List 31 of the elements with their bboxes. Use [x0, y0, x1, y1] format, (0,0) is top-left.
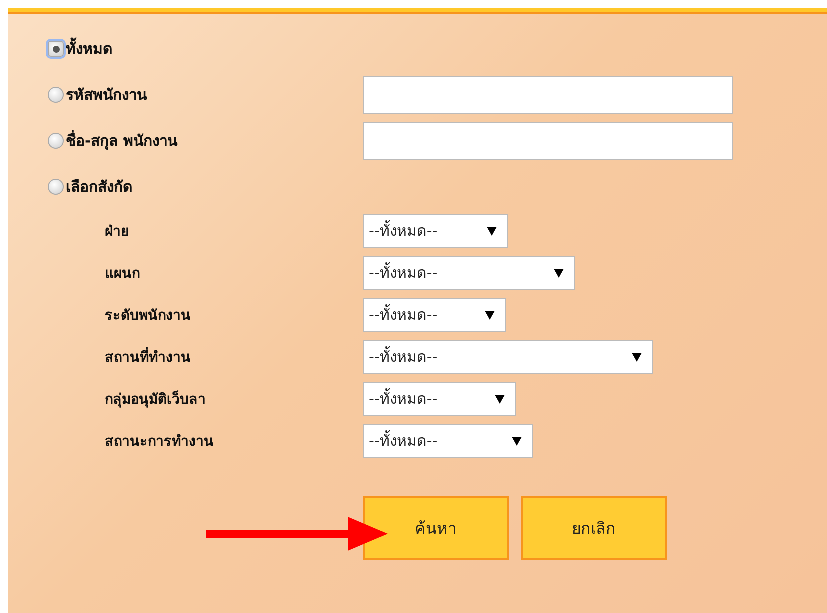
dropdown[interactable]: --ทั้งหมด--: [363, 298, 506, 332]
input-field[interactable]: [363, 122, 733, 160]
caret-icon: [485, 310, 495, 320]
radio-button[interactable]: [48, 133, 64, 149]
filter-label: สถานะการทำงาน: [105, 433, 215, 452]
radio-button[interactable]: [48, 179, 64, 195]
dropdown[interactable]: --ทั้งหมด--: [363, 256, 575, 290]
radio-button[interactable]: [48, 87, 64, 103]
dropdown[interactable]: --ทั้งหมด--: [363, 214, 508, 248]
radio-button[interactable]: [48, 41, 64, 57]
dropdown[interactable]: --ทั้งหมด--: [363, 340, 653, 374]
filter-label: ฝ่าย: [105, 223, 130, 242]
search-button[interactable]: ค้นหา: [363, 496, 509, 560]
caret-icon: [554, 268, 564, 278]
option-label: ชื่อ-สกุล พนักงาน: [66, 129, 179, 152]
caret-icon: [512, 436, 522, 446]
filter-label: ระดับพนักงาน: [105, 307, 192, 326]
option-label: เลือกสังกัด: [66, 177, 134, 198]
option-label: ทั้งหมด: [66, 37, 363, 61]
caret-icon: [487, 226, 497, 236]
input-field[interactable]: [363, 76, 733, 114]
dropdown[interactable]: --ทั้งหมด--: [363, 424, 533, 458]
filter-label: สถานที่ทำงาน: [105, 346, 363, 368]
caret-icon: [495, 394, 505, 404]
filter-label: แผนก: [105, 265, 141, 284]
caret-icon: [632, 352, 642, 362]
arrow-icon: [206, 517, 388, 551]
dropdown[interactable]: --ทั้งหมด--: [363, 382, 516, 416]
cancel-button[interactable]: ยกเลิก: [521, 496, 667, 560]
filter-label: กลุ่มอนุมัติเว็บลา: [105, 390, 207, 410]
option-label: รหัสพนักงาน: [66, 85, 148, 106]
